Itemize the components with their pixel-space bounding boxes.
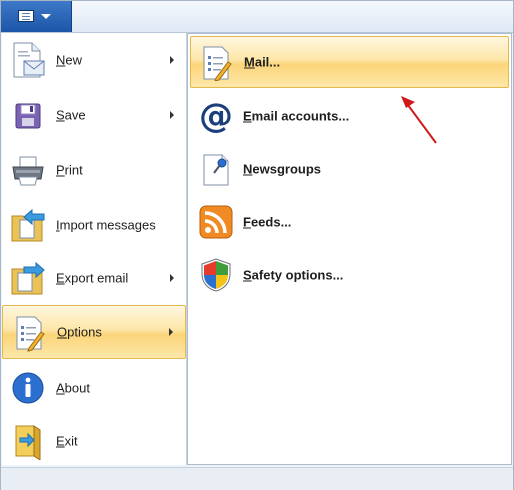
submenu-item-email-accounts[interactable]: @ Email accounts... — [190, 90, 509, 142]
menu-item-save[interactable]: Save — [2, 88, 186, 142]
submenu-item-safety-options-label: Safety options... — [243, 267, 344, 283]
options-checklist-icon — [16, 316, 45, 352]
safety-shield-icon — [201, 258, 231, 292]
submenu-arrow-icon — [169, 328, 173, 336]
new-message-icon — [13, 42, 45, 78]
submenu-arrow-icon — [170, 274, 174, 282]
menu-item-new-label: New — [56, 52, 83, 68]
newsgroups-pin-icon — [203, 154, 229, 186]
menu-item-options[interactable]: Options — [2, 305, 186, 359]
at-sign-icon: @ — [199, 98, 233, 134]
menu-item-import-messages-label: Import messages — [56, 217, 156, 233]
menu-item-about-label: About — [56, 380, 90, 396]
mail-options-icon — [203, 46, 232, 81]
menu-item-export-email-label: Export email — [56, 270, 129, 286]
info-icon — [12, 372, 44, 404]
submenu-item-feeds-label: Feeds... — [243, 214, 292, 230]
floppy-disk-icon — [15, 103, 41, 129]
submenu-item-newsgroups-label: Newsgroups — [243, 161, 322, 177]
app-menu-button[interactable] — [1, 1, 72, 32]
rss-feed-icon — [199, 205, 233, 239]
printer-icon — [12, 156, 44, 186]
submenu-arrow-icon — [170, 111, 174, 119]
submenu-item-newsgroups[interactable]: Newsgroups — [190, 143, 509, 195]
chevron-down-icon — [41, 14, 51, 19]
bottom-strip — [1, 467, 513, 490]
menu-item-save-label: Save — [56, 107, 86, 123]
options-submenu-pane: Mail... @ Email accounts... Newsgroups F… — [187, 33, 512, 465]
svg-text:@: @ — [199, 98, 233, 134]
menu-item-exit[interactable]: Exit — [2, 414, 186, 468]
submenu-item-mail-label: Mail... — [244, 54, 281, 70]
menu-item-export-email[interactable]: Export email — [2, 251, 186, 305]
export-folder-icon — [11, 261, 45, 295]
window-frame: New Save Print Import messages Export em… — [0, 0, 514, 490]
submenu-item-safety-options[interactable]: Safety options... — [190, 249, 509, 301]
submenu-item-email-accounts-label: Email accounts... — [243, 108, 350, 124]
submenu-item-mail[interactable]: Mail... — [190, 36, 509, 88]
menu-item-new[interactable]: New — [2, 33, 186, 87]
menu-item-print[interactable]: Print — [2, 143, 186, 197]
menu-item-options-label: Options — [57, 324, 102, 340]
menu-item-exit-label: Exit — [56, 433, 78, 449]
annotation-arrow — [401, 96, 437, 144]
submenu-item-feeds[interactable]: Feeds... — [190, 196, 509, 248]
menu-item-import-messages[interactable]: Import messages — [2, 198, 186, 252]
import-folder-icon — [11, 208, 45, 242]
menu-item-about[interactable]: About — [2, 361, 186, 415]
submenu-arrow-icon — [170, 56, 174, 64]
title-bar — [1, 1, 513, 33]
exit-door-icon — [15, 425, 41, 460]
app-menu-icon — [18, 10, 34, 22]
menu-item-print-label: Print — [56, 162, 83, 178]
app-menu-left-pane: New Save Print Import messages Export em… — [2, 33, 187, 465]
